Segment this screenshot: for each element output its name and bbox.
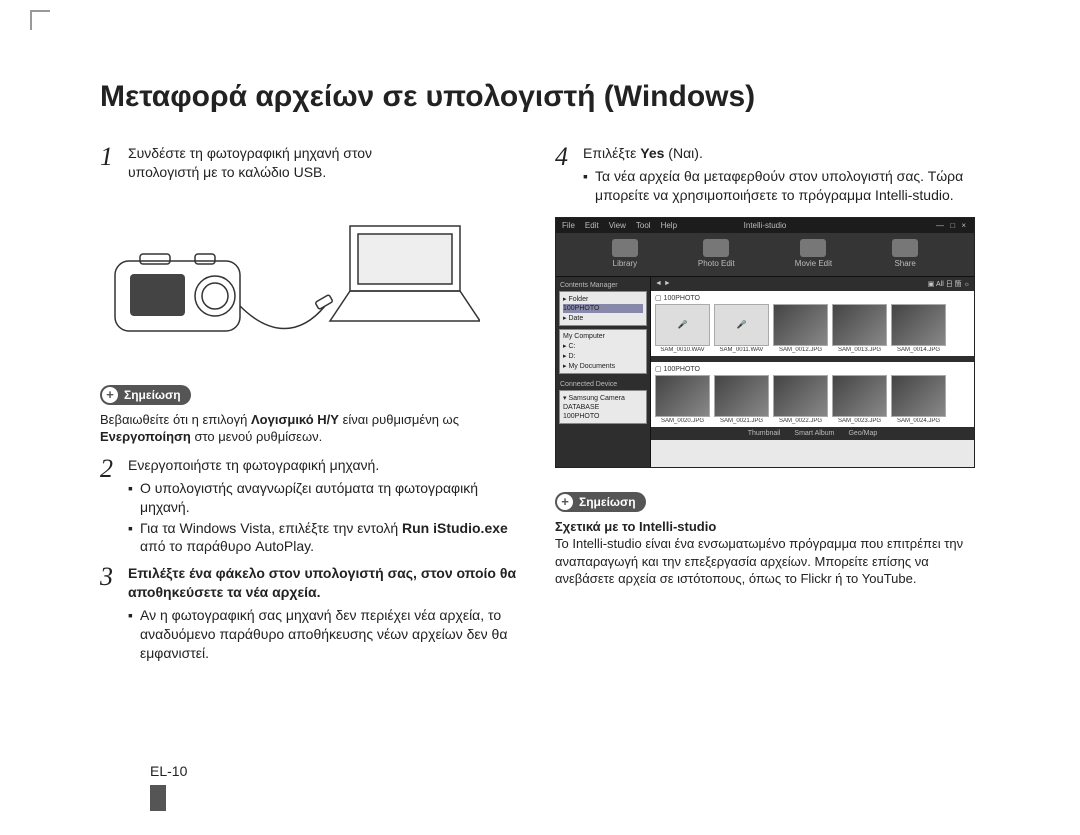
top-mode-icons: Library Photo Edit Movie Edit Share [556,233,974,277]
bullet-icon: ▪ [128,606,140,663]
note-2-heading: Σχετικά με το Intelli-studio [555,519,716,534]
page: Μεταφορά αρχείων σε υπολογιστή (Windows)… [0,0,1080,835]
app-window: File Edit View Tool Help Intelli-studio … [555,217,975,468]
mode-library[interactable]: Library [612,239,638,268]
sidebar: Contents Manager ▸ Folder 100PHOTO ▸ Dat… [556,277,651,467]
step4-bullet1: Τα νέα αρχεία θα μεταφερθούν στον υπολογ… [595,167,980,205]
segment-top: ▢ 100PHOTO 🎤SAM_0010.WAV 🎤SAM_0011.WAV S… [651,291,974,356]
step2-bullet2: Για τα Windows Vista, επιλέξτε την εντολ… [140,519,525,557]
menu-edit[interactable]: Edit [585,221,599,230]
bullet-icon: ▪ [128,519,140,557]
step4-lead: Επιλέξτε Yes (Ναι). [583,144,980,163]
window-buttons[interactable]: — □ × [936,221,968,230]
camera-to-laptop-illustration [100,206,480,356]
bullet-icon: ▪ [128,479,140,517]
intelli-studio-screenshot: File Edit View Tool Help Intelli-studio … [555,217,975,468]
thumb-image[interactable]: SAM_0023.JPG [832,375,887,424]
segment-header: ▢ 100PHOTO [655,365,970,373]
step-2: 2 Ενεργοποιήστε τη φωτογραφική μηχανή. ▪… [100,456,525,558]
view-toggles[interactable]: ▣ All 日 箇 ☼ [928,279,970,289]
content-columns: 1 Συνδέστε τη φωτογραφική μηχανή στον υπ… [100,144,980,671]
main-area: ◄ ► ▣ All 日 箇 ☼ ▢ 100PHOTO 🎤SAM_0010.WAV… [651,277,974,467]
thumb-image[interactable]: SAM_0020.JPG [655,375,710,424]
step-4: 4 Επιλέξτε Yes (Ναι). ▪Τα νέα αρχεία θα … [555,144,980,207]
thumb-image[interactable]: SAM_0022.JPG [773,375,828,424]
menu-tool[interactable]: Tool [636,221,651,230]
sidebar-box-contents[interactable]: ▸ Folder 100PHOTO ▸ Date [559,291,647,326]
note-badge-1: + Σημείωση [100,385,191,405]
step-1: 1 Συνδέστε τη φωτογραφική μηχανή στον υπ… [100,144,525,186]
menu-file[interactable]: File [562,221,575,230]
plus-icon: + [102,387,118,403]
mode-photo-edit[interactable]: Photo Edit [698,239,735,268]
note-badge-2: + Σημείωση [555,492,646,512]
step-body: Συνδέστε τη φωτογραφική μηχανή στον υπολ… [128,144,372,186]
step-body: Επιλέξτε ένα φάκελο στον υπολογιστή σας,… [128,564,525,664]
thumb-image[interactable]: SAM_0021.JPG [714,375,769,424]
plus-icon: + [557,494,573,510]
page-title: Μεταφορά αρχείων σε υπολογιστή (Windows) [100,80,1020,114]
note-label: Σημείωση [124,388,181,402]
note-1-text: Βεβαιωθείτε ότι η επιλογή Λογισμικό Η/Υ … [100,411,525,446]
view-smart-album[interactable]: Smart Album [794,430,834,437]
step-number: 3 [100,564,128,664]
menu-help[interactable]: Help [661,221,677,230]
step-body: Ενεργοποιήστε τη φωτογραφική μηχανή. ▪Ο … [128,456,525,558]
step-body: Επιλέξτε Yes (Ναι). ▪Τα νέα αρχεία θα με… [583,144,980,207]
thumb-image[interactable]: SAM_0013.JPG [832,304,887,353]
thumb-image[interactable]: SAM_0014.JPG [891,304,946,353]
sidebar-header: Contents Manager [559,280,647,291]
sidebar-box-device[interactable]: ▾ Samsung Camera DATABASE 100PHOTO [559,390,647,424]
thumb-audio[interactable]: 🎤SAM_0010.WAV [655,304,710,353]
status-bar: Thumbnail Smart Album Geo/Map [651,427,974,440]
step1-line2: υπολογιστή με το καλώδιο USB. [128,164,326,180]
segment-bottom: ▢ 100PHOTO SAM_0020.JPG SAM_0021.JPG SAM… [651,362,974,427]
crop-mark [30,10,50,30]
step-number: 2 [100,456,128,558]
step3-bullet1: Αν η φωτογραφική σας μηχανή δεν περιέχει… [140,606,525,663]
thumb-image[interactable]: SAM_0024.JPG [891,375,946,424]
sidebar-connected-header: Connected Device [559,377,647,390]
footer-bar [150,785,166,811]
thumb-image[interactable]: SAM_0012.JPG [773,304,828,353]
sidebar-box-mycomputer[interactable]: My Computer ▸ C: ▸ D: ▸ My Documents [559,329,647,374]
page-number: EL-10 [150,763,187,779]
menu-view[interactable]: View [609,221,626,230]
step-number: 4 [555,144,583,207]
segment-header: ▢ 100PHOTO [655,294,970,302]
step2-bullet1: Ο υπολογιστής αναγνωρίζει αυτόματα τη φω… [140,479,525,517]
main-toolbar: ◄ ► ▣ All 日 箇 ☼ [651,277,974,291]
note-label: Σημείωση [579,495,636,509]
step-3: 3 Επιλέξτε ένα φάκελο στον υπολογιστή σα… [100,564,525,664]
step-number: 1 [100,144,128,186]
column-left: 1 Συνδέστε τη φωτογραφική μηχανή στον υπ… [100,144,525,671]
mode-movie-edit[interactable]: Movie Edit [795,239,832,268]
window-title: Intelli-studio [744,221,787,230]
step2-lead: Ενεργοποιήστε τη φωτογραφική μηχανή. [128,456,525,475]
view-thumbnail[interactable]: Thumbnail [748,430,781,437]
nav-arrows[interactable]: ◄ ► [655,280,671,287]
step1-line1: Συνδέστε τη φωτογραφική μηχανή στον [128,145,372,161]
column-right: 4 Επιλέξτε Yes (Ναι). ▪Τα νέα αρχεία θα … [555,144,980,671]
note-2-text: Σχετικά με το Intelli-studio Το Intelli-… [555,518,980,588]
step3-lead: Επιλέξτε ένα φάκελο στον υπολογιστή σας,… [128,564,525,602]
view-geomap[interactable]: Geo/Map [848,430,877,437]
thumb-audio[interactable]: 🎤SAM_0011.WAV [714,304,769,353]
page-footer: EL-10 [150,763,187,811]
bullet-icon: ▪ [583,167,595,205]
mode-share[interactable]: Share [892,239,918,268]
menubar: File Edit View Tool Help Intelli-studio … [556,218,974,233]
